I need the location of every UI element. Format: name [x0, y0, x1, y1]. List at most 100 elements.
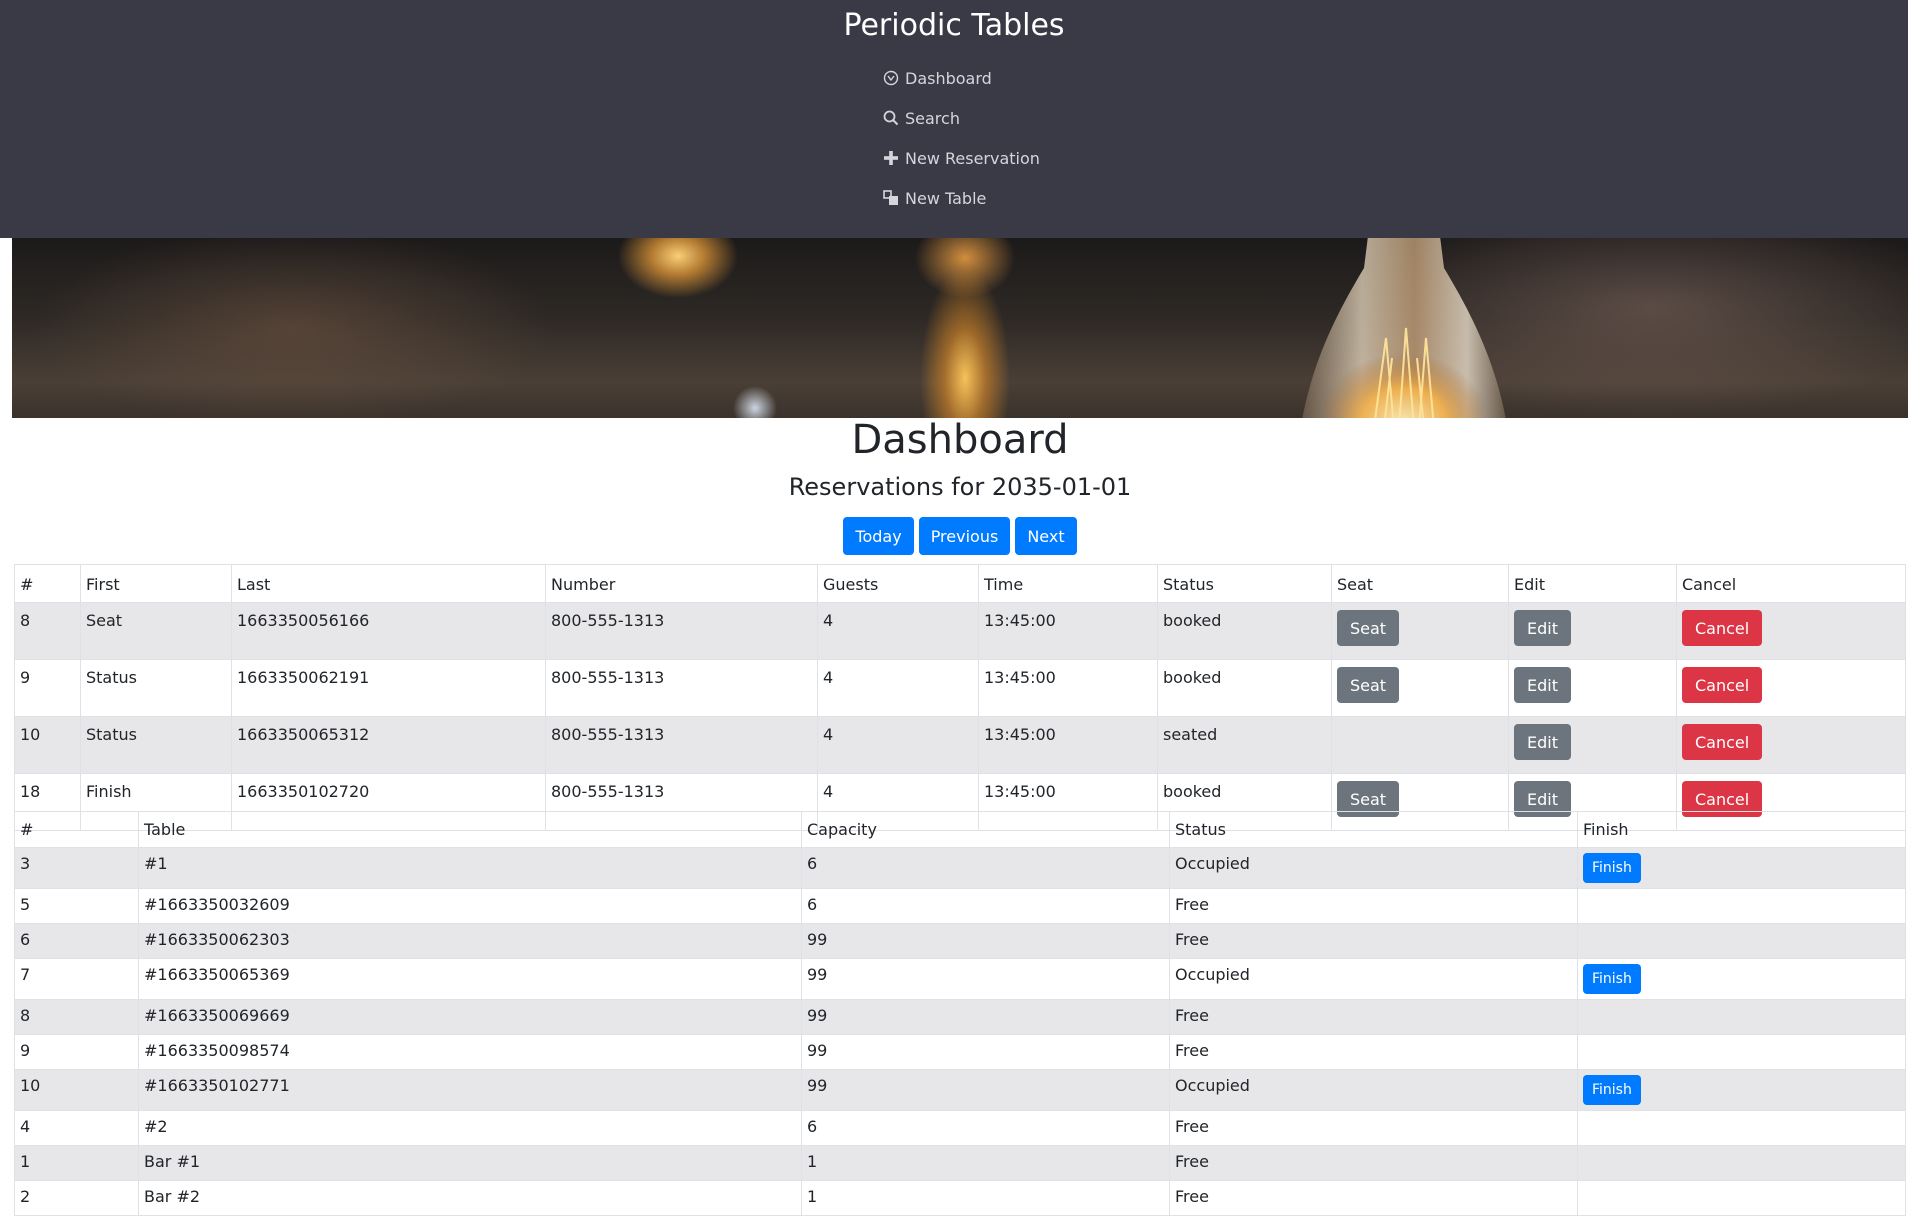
edit-cell: Edit — [1508, 716, 1677, 774]
nav-item-dashboard[interactable]: Dashboard — [881, 58, 1040, 98]
table-status: Occupied — [1169, 958, 1578, 1000]
last-name: 1663350056166 — [231, 602, 546, 660]
reservation-id: 10 — [14, 716, 81, 774]
seat-button[interactable]: Seat — [1337, 610, 1400, 646]
column-header: # — [14, 564, 81, 603]
column-header: First — [80, 564, 232, 603]
reservation-time: 13:45:00 — [978, 659, 1158, 717]
table-header-row: # First Last Number Guests Time Status S… — [14, 564, 1906, 603]
table-id: 10 — [14, 1069, 139, 1111]
nav-item-new-table[interactable]: New Table — [881, 178, 1040, 218]
table-name: #1663350032609 — [138, 888, 802, 924]
cancel-cell: Cancel — [1676, 602, 1906, 660]
table-row: 7 #1663350065369 99 Occupied Finish — [14, 958, 1906, 1000]
finish-cell — [1577, 999, 1906, 1035]
date-navigation: Today Previous Next — [0, 517, 1920, 555]
dashboard-icon — [881, 68, 901, 88]
table-capacity: 99 — [801, 923, 1170, 959]
column-header: Time — [978, 564, 1158, 603]
table-id: 8 — [14, 999, 139, 1035]
guests-count: 4 — [817, 602, 979, 660]
cancel-button[interactable]: Cancel — [1682, 724, 1763, 760]
table-id: 5 — [14, 888, 139, 924]
seat-button[interactable]: Seat — [1337, 667, 1400, 703]
table-row: 9 #1663350098574 99 Free — [14, 1034, 1906, 1070]
finish-cell — [1577, 1145, 1906, 1181]
table-status: Free — [1169, 1180, 1578, 1216]
column-header: Seat — [1331, 564, 1509, 603]
table-name: #1663350065369 — [138, 958, 802, 1000]
new-table-icon — [881, 188, 901, 208]
table-status: Occupied — [1169, 847, 1578, 889]
finish-button[interactable]: Finish — [1583, 964, 1641, 994]
top-navbar: Periodic Tables Dashboard Search New Res… — [0, 0, 1908, 238]
table-capacity: 99 — [801, 958, 1170, 1000]
app-title[interactable]: Periodic Tables — [0, 6, 1908, 46]
table-header-row: # Table Capacity Status Finish — [14, 811, 1906, 848]
table-row: 6 #1663350062303 99 Free — [14, 923, 1906, 959]
table-id: 4 — [14, 1110, 139, 1146]
table-name: #1663350102771 — [138, 1069, 802, 1111]
table-name: #1663350062303 — [138, 923, 802, 959]
first-name: Seat — [80, 602, 232, 660]
reservation-id: 9 — [14, 659, 81, 717]
table-capacity: 99 — [801, 1034, 1170, 1070]
seat-cell — [1331, 716, 1509, 774]
previous-button[interactable]: Previous — [918, 517, 1011, 555]
cancel-button[interactable]: Cancel — [1682, 667, 1763, 703]
phone-number: 800-555-1313 — [545, 659, 818, 717]
next-button[interactable]: Next — [1015, 517, 1077, 555]
table-capacity: 1 — [801, 1180, 1170, 1216]
seat-cell: Seat — [1331, 659, 1509, 717]
column-header: Last — [231, 564, 546, 603]
table-row: 10 Status 1663350065312 800-555-1313 4 1… — [14, 716, 1906, 774]
table-id: 9 — [14, 1034, 139, 1070]
page-title: Dashboard — [851, 417, 1069, 463]
seat-cell: Seat — [1331, 602, 1509, 660]
table-capacity: 6 — [801, 888, 1170, 924]
finish-cell — [1577, 888, 1906, 924]
nav-menu: Dashboard Search New Reservation New Tab… — [881, 58, 1040, 218]
first-name: Status — [80, 716, 232, 774]
finish-cell: Finish — [1577, 847, 1906, 889]
edit-cell: Edit — [1508, 602, 1677, 660]
finish-button[interactable]: Finish — [1583, 853, 1641, 883]
edit-button[interactable]: Edit — [1514, 724, 1571, 760]
table-row: 3 #1 6 Occupied Finish — [14, 847, 1906, 889]
reservation-time: 13:45:00 — [978, 716, 1158, 774]
edit-button[interactable]: Edit — [1514, 610, 1571, 646]
table-status: Occupied — [1169, 1069, 1578, 1111]
first-name: Status — [80, 659, 232, 717]
column-header: Status — [1157, 564, 1332, 603]
finish-button[interactable]: Finish — [1583, 1075, 1641, 1105]
column-header: Table — [138, 811, 802, 848]
tables-table: # Table Capacity Status Finish 3 #1 6 Oc… — [14, 811, 1906, 1216]
table-id: 7 — [14, 958, 139, 1000]
nav-item-label: New Table — [905, 188, 987, 208]
table-id: 3 — [14, 847, 139, 889]
table-row: 5 #1663350032609 6 Free — [14, 888, 1906, 924]
lightbulb-image — [1302, 238, 1506, 418]
cancel-cell: Cancel — [1676, 659, 1906, 717]
table-capacity: 99 — [801, 999, 1170, 1035]
finish-cell — [1577, 923, 1906, 959]
table-capacity: 1 — [801, 1145, 1170, 1181]
column-header: # — [14, 811, 139, 848]
edit-button[interactable]: Edit — [1514, 667, 1571, 703]
today-button[interactable]: Today — [843, 517, 914, 555]
search-icon — [881, 108, 901, 128]
reservation-status: booked — [1157, 659, 1332, 717]
table-name: Bar #1 — [138, 1145, 802, 1181]
page: Periodic Tables Dashboard Search New Res… — [0, 0, 1920, 1231]
column-header: Edit — [1508, 564, 1677, 603]
last-name: 1663350065312 — [231, 716, 546, 774]
cancel-button[interactable]: Cancel — [1682, 610, 1763, 646]
table-row: 10 #1663350102771 99 Occupied Finish — [14, 1069, 1906, 1111]
last-name: 1663350062191 — [231, 659, 546, 717]
nav-item-new-reservation[interactable]: New Reservation — [881, 138, 1040, 178]
nav-item-search[interactable]: Search — [881, 98, 1040, 138]
reservation-time: 13:45:00 — [978, 602, 1158, 660]
table-status: Free — [1169, 1110, 1578, 1146]
table-row: 8 #1663350069669 99 Free — [14, 999, 1906, 1035]
finish-cell — [1577, 1110, 1906, 1146]
